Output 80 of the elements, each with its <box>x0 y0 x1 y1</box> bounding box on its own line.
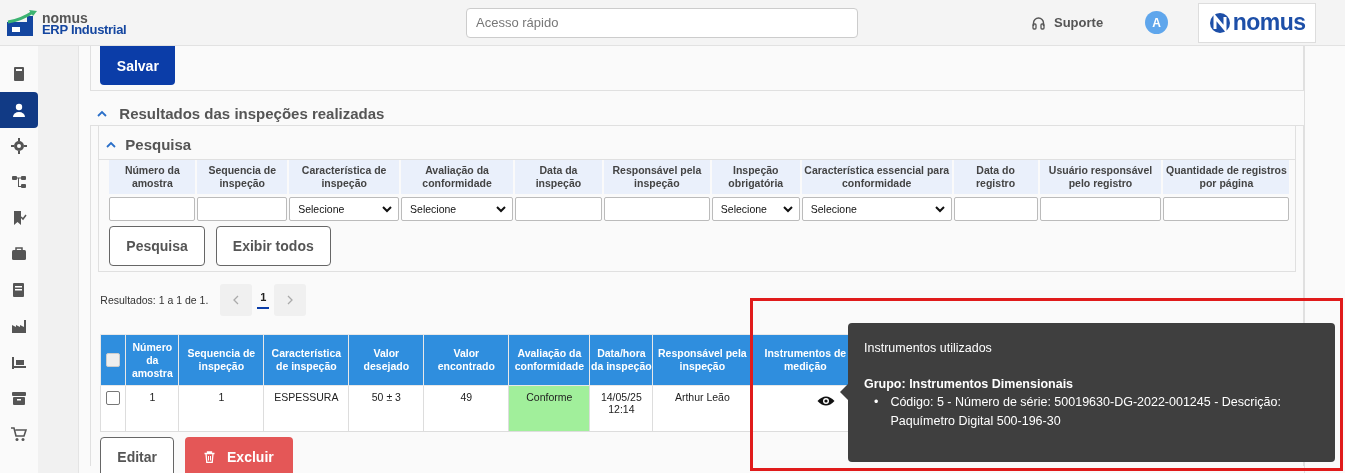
column-header: Valor desejado <box>348 334 424 386</box>
filter-field[interactable] <box>953 197 1038 221</box>
chevron-down-icon <box>382 205 393 213</box>
archive-box-icon <box>10 390 27 406</box>
product-name: ERP Industrial <box>42 23 127 36</box>
logo-icon <box>7 9 39 36</box>
filter-label: Característica essencial para conformidade <box>801 160 952 194</box>
column-header: Sequencia de inspeção <box>178 334 264 386</box>
cart-icon <box>10 426 27 442</box>
row-checkbox[interactable] <box>106 391 121 406</box>
chevron-right-icon <box>287 295 294 305</box>
user-icon <box>10 102 27 118</box>
filter-label: Inspeção obrigatória <box>711 160 800 194</box>
filter-field[interactable] <box>1039 197 1162 221</box>
briefcase-icon <box>10 246 27 262</box>
table-cell: Arthur Leão <box>652 385 752 432</box>
factory-icon <box>10 318 27 334</box>
brand-name: nomus <box>42 11 88 24</box>
logo-wordmark: nomus <box>1232 9 1306 36</box>
table-cell: 14/05/25 12:14 <box>589 385 653 432</box>
sidebar-item[interactable] <box>0 92 38 128</box>
column-header: Avaliação da conformidade <box>508 334 590 386</box>
logo-icon <box>1208 11 1231 34</box>
table-cell: 50 ± 3 <box>348 385 424 432</box>
filter-dropdown[interactable]: Selecione <box>801 197 952 221</box>
panel-title: Pesquisa <box>125 136 192 153</box>
column-header: Data/hora da inspeção <box>589 334 653 386</box>
bullet: • <box>874 394 879 411</box>
trash-icon <box>204 451 216 463</box>
page-link[interactable]: 1 <box>257 291 270 309</box>
column-header: Característica de inspeção <box>263 334 349 386</box>
filter-label: Data do registro <box>953 160 1038 194</box>
table-cell: ESPESSURA <box>263 385 349 432</box>
select-all-checkbox[interactable] <box>106 353 121 368</box>
status-cell: Conforme <box>508 385 590 432</box>
document-icon <box>10 282 27 298</box>
filter-label: Sequencia de inspeção <box>197 160 288 194</box>
filter-dropdown[interactable]: Selecione <box>711 197 800 221</box>
chevron-down-icon <box>496 205 506 213</box>
delete-button[interactable]: Excluir <box>185 437 293 473</box>
chevron-down-icon <box>782 205 793 213</box>
machine-icon <box>10 354 27 370</box>
table-cell: 1 <box>125 385 179 432</box>
filter-field[interactable] <box>603 197 710 221</box>
table-cell: 49 <box>423 385 509 432</box>
filter-dropdown[interactable]: Selecione <box>289 197 400 221</box>
column-header: Número da amostra <box>125 334 179 386</box>
filter-label: Responsável pela inspeção <box>603 160 710 194</box>
filter-label: Usuário responsável pelo registro <box>1039 160 1162 194</box>
filter-field[interactable] <box>109 197 196 221</box>
filter-field[interactable] <box>197 197 288 221</box>
eye-icon[interactable] <box>816 395 835 407</box>
edit-button[interactable]: Editar <box>100 437 175 473</box>
filter-label: Quantidade de registros por página <box>1163 160 1290 194</box>
filter-field[interactable] <box>1163 197 1290 221</box>
chevron-up-icon[interactable] <box>97 110 108 117</box>
tooltip-item: Código: 5 - Número de série: 50019630-DG-2022-001245 - Descrição: Paquímetro Digital 500-196-30 <box>890 394 1282 430</box>
filter-label: Número da amostra <box>109 160 196 194</box>
support-link[interactable]: Suporte <box>1032 15 1104 30</box>
search-panel-button[interactable]: Exibir todos <box>215 226 331 266</box>
chevron-left-icon <box>233 295 240 305</box>
filter-label: Avaliação da conformidade <box>401 160 513 194</box>
flowchart-icon <box>10 174 27 190</box>
tooltip-title: Instrumentos utilizados <box>864 341 993 355</box>
filter-label: Característica de inspeção <box>289 160 400 194</box>
tooltip-group: Grupo: Instrumentos Dimensionais <box>864 377 1319 391</box>
save-button[interactable]: Salvar <box>100 46 176 85</box>
chevron-down-icon <box>934 205 945 213</box>
filter-label: Data da inspeção <box>515 160 602 194</box>
search-field[interactable]: Acesso rápido <box>466 7 858 38</box>
chevron-up-icon[interactable] <box>106 141 117 148</box>
table-cell: 1 <box>178 385 264 432</box>
headset-icon <box>1032 15 1045 30</box>
section-title: Resultados das inspeções realizadas <box>119 105 385 122</box>
column-header: Responsável pela inspeção <box>652 334 752 386</box>
search-panel-button[interactable]: Pesquisa <box>109 226 205 266</box>
results-summary: Resultados: 1 a 1 de 1. <box>100 294 209 306</box>
filter-dropdown[interactable]: Selecione <box>401 197 513 221</box>
filter-field[interactable] <box>515 197 602 221</box>
column-header: Valor encontrado <box>423 334 509 386</box>
